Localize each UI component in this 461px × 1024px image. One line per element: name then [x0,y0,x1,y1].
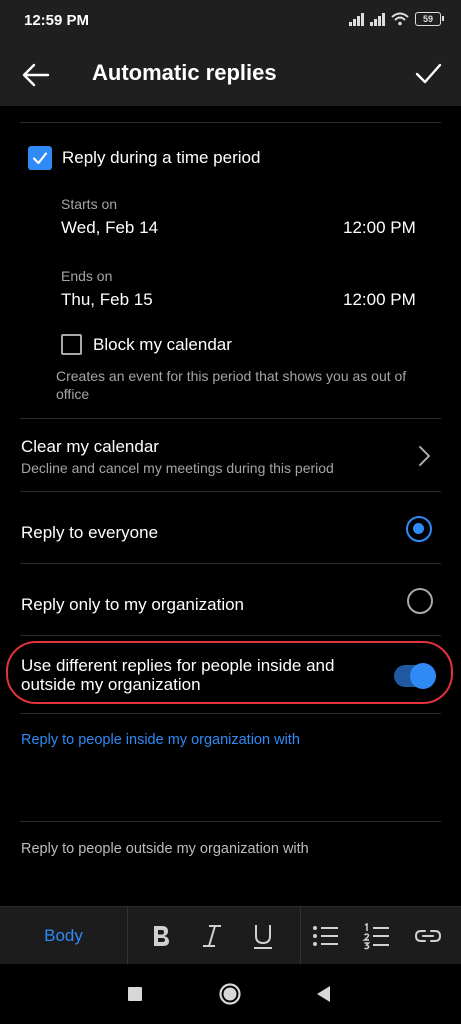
home-icon[interactable] [218,982,242,1006]
block-calendar-label[interactable]: Block my calendar [93,335,232,355]
bullet-list-icon[interactable] [311,921,341,951]
time-period-toggle[interactable]: Reply during a time period [28,146,260,170]
clear-calendar-subtitle: Decline and cancel my meetings during th… [21,460,334,476]
ends-label: Ends on [61,268,113,284]
time-period-label: Reply during a time period [62,148,261,167]
signal-icon [349,12,364,26]
link-icon[interactable] [413,921,443,951]
battery-icon: 59 [415,12,444,26]
numbered-list-icon[interactable] [362,921,392,951]
back-nav-icon[interactable] [312,982,336,1006]
battery-level: 59 [422,14,433,24]
status-icons: 59 [349,12,444,26]
status-time: 12:59 PM [24,12,90,29]
page-title: Automatic replies [92,60,277,85]
block-calendar-help: Creates an event for this period that sh… [56,368,407,402]
arrow-left-icon[interactable] [20,60,52,90]
signal-icon [370,12,385,26]
wifi-icon [391,12,409,26]
status-bar: 12:59 PM 59 [0,0,461,44]
divider [20,418,441,419]
divider [20,635,441,636]
italic-icon[interactable] [197,921,227,951]
start-date[interactable]: Wed, Feb 14 [61,218,158,238]
divider [20,563,441,564]
time-period-checkbox[interactable] [28,146,52,170]
divider [20,491,441,492]
app-bar: Automatic replies [0,44,461,106]
clear-calendar-title: Clear my calendar [21,437,159,456]
chevron-right-icon [419,446,430,466]
system-nav-bar [0,964,461,1024]
underline-icon[interactable] [248,921,278,951]
end-time[interactable]: 12:00 PM [343,290,416,310]
divider [20,713,441,714]
checkmark-icon[interactable] [413,58,443,88]
start-time[interactable]: 12:00 PM [343,218,416,238]
reply-organization-radio[interactable] [407,588,433,614]
reply-everyone-radio[interactable] [406,516,432,542]
body-button-label: Body [44,926,83,945]
toolbar-divider [300,907,301,965]
recent-apps-icon[interactable] [123,982,147,1006]
different-replies-label: Use different replies for people inside … [21,656,335,694]
bold-icon[interactable] [146,921,176,951]
toggle-knob[interactable] [410,663,436,689]
outside-reply-label[interactable]: Reply to people outside my organization … [21,841,309,857]
block-calendar-checkbox[interactable] [61,334,82,355]
reply-organization-label: Reply only to my organization [21,595,245,614]
divider [20,122,441,123]
check-icon [32,152,48,165]
divider [20,821,441,822]
inside-reply-label[interactable]: Reply to people inside my organization w… [21,732,300,748]
formatting-toolbar: Body [0,906,461,965]
reply-everyone-label: Reply to everyone [21,523,159,542]
body-button[interactable]: Body [0,907,128,965]
end-date[interactable]: Thu, Feb 15 [61,290,153,310]
starts-label: Starts on [61,196,118,212]
